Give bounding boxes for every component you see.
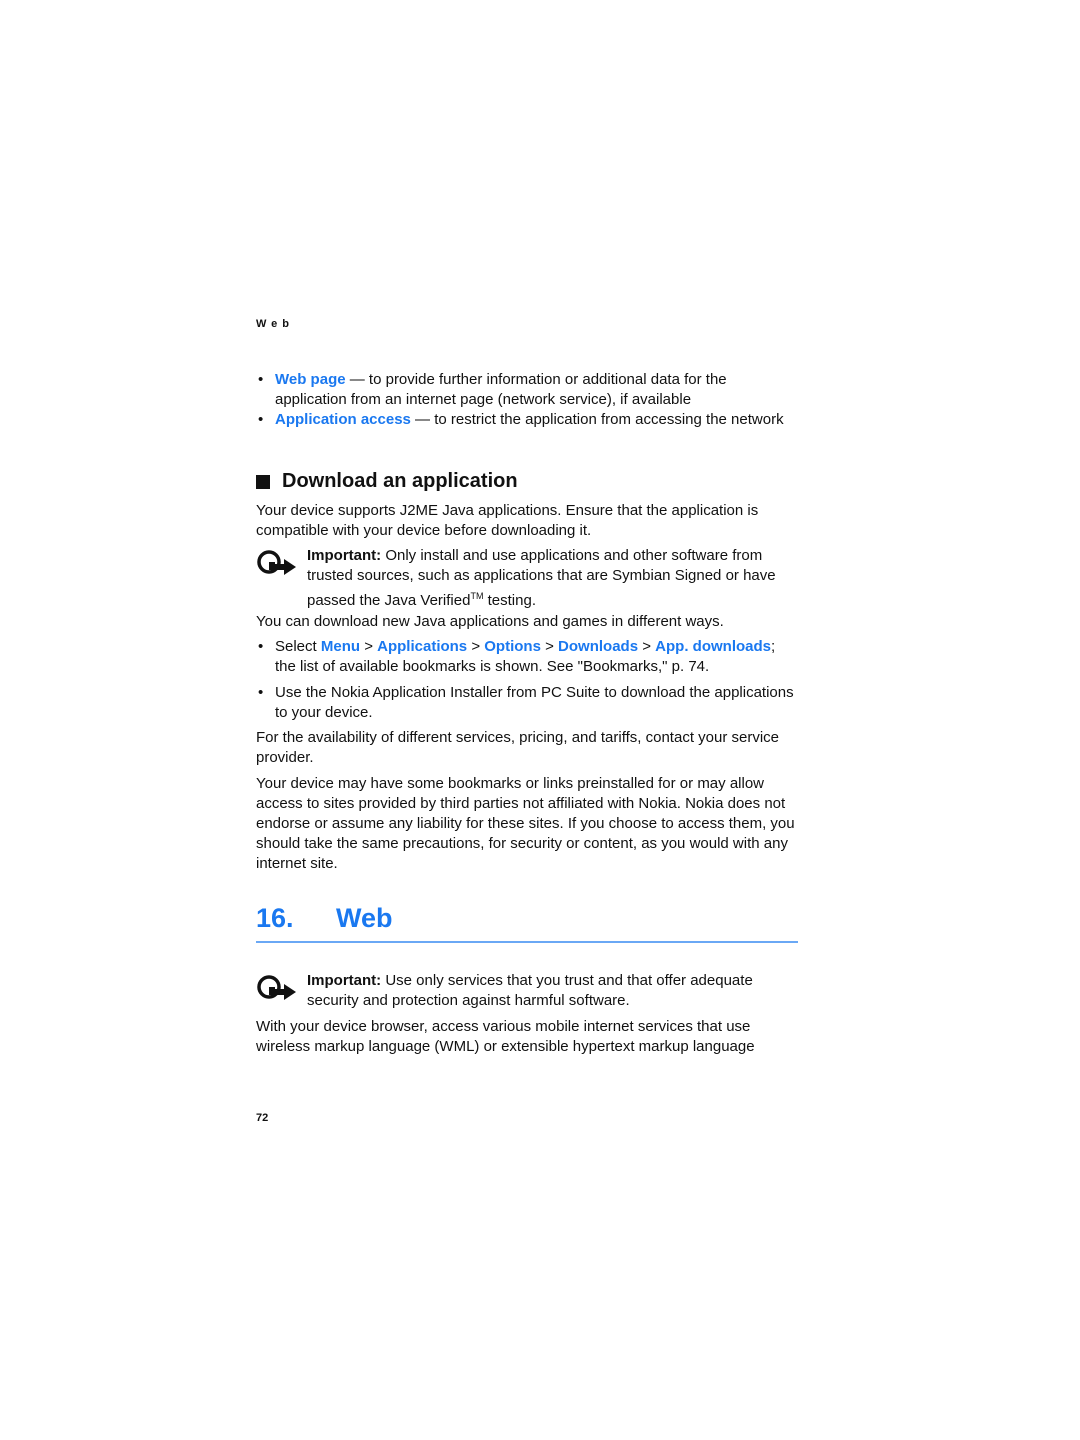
section-para2: You can download new Java applications a…: [256, 613, 724, 630]
menu-path-downloads: Downloads: [558, 638, 639, 655]
menu-path-menu: Menu: [320, 638, 361, 655]
chapter-rule: [256, 941, 798, 943]
chapter-heading: 16. Web: [256, 903, 798, 943]
chapter-number: 16.: [256, 903, 294, 933]
important-note: Important: Only install and use applicat…: [256, 546, 798, 611]
important-icon: [256, 971, 307, 1011]
term-application-access: Application access: [275, 411, 411, 428]
top-bullet-list: Web page — to provide further informatio…: [256, 370, 798, 430]
download-bullet-list: Select Menu > Applications > Options > D…: [256, 637, 798, 723]
menu-path-options: Options: [484, 638, 541, 655]
list-item: Web page — to provide further informatio…: [256, 370, 798, 410]
list-item: Application access — to restrict the app…: [256, 410, 798, 430]
section-heading: Download an application: [256, 470, 798, 493]
list-item: Use the Nokia Application Installer from…: [256, 683, 798, 723]
chapter-para: With your device browser, access various…: [256, 1018, 755, 1055]
menu-path-app-downloads: App. downloads: [655, 638, 771, 655]
section-intro: Your device supports J2ME Java applicati…: [256, 502, 759, 539]
list-item: Select Menu > Applications > Options > D…: [256, 637, 798, 677]
menu-path-applications: Applications: [377, 638, 468, 655]
section-para4: Your device may have some bookmarks or l…: [256, 775, 795, 872]
heading-square-icon: [256, 474, 270, 489]
important-icon: [256, 546, 307, 611]
section-para3: For the availability of different servic…: [256, 729, 780, 766]
term-web-page: Web page: [275, 371, 346, 388]
important-note: Important: Use only services that you tr…: [256, 971, 798, 1011]
section-title: Download an application: [282, 470, 518, 492]
chapter-title: Web: [336, 903, 393, 933]
running-head: Web: [256, 318, 295, 330]
page-number: 72: [256, 1112, 269, 1124]
